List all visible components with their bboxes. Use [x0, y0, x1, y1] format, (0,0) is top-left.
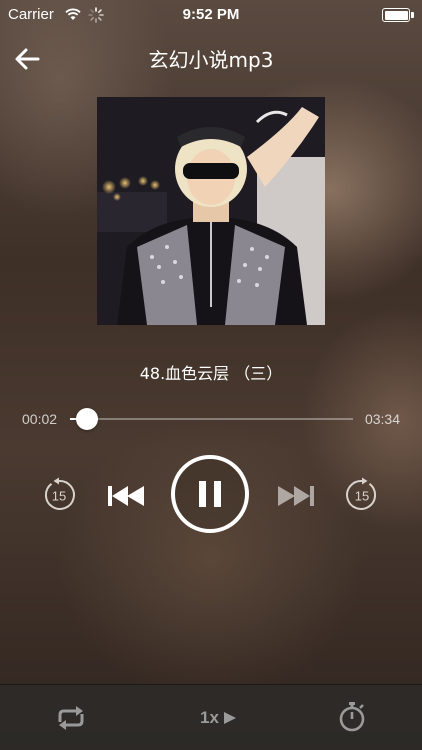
stopwatch-icon[interactable]	[337, 701, 367, 733]
skip-next-icon[interactable]	[276, 482, 316, 510]
total-time: 03:34	[364, 411, 400, 427]
repeat-icon[interactable]	[54, 703, 88, 733]
rewind-label: 15	[52, 489, 66, 504]
playback-speed-button[interactable]: 1x	[196, 705, 242, 731]
status-time: 9:52 PM	[182, 6, 240, 23]
current-time: 00:02	[22, 411, 58, 427]
navigation-bar: 玄幻小说mp3	[0, 36, 422, 80]
forward-15-icon[interactable]: 15	[344, 477, 380, 513]
speed-label: 1x	[200, 708, 219, 727]
progress-thumb[interactable]	[75, 408, 98, 430]
pause-icon	[199, 481, 221, 507]
status-bar: Carrier 9:52 PM	[0, 0, 422, 30]
page-title: 玄幻小说mp3	[148, 48, 274, 72]
progress-slider[interactable]	[70, 408, 353, 430]
bottom-toolbar: 1x	[0, 684, 422, 750]
play-speed-icon	[224, 712, 236, 724]
track-title: 48.血色云层 （三）	[139, 364, 283, 383]
pause-button[interactable]	[171, 455, 249, 533]
forward-label: 15	[355, 489, 369, 504]
album-cover-image	[97, 97, 325, 325]
skip-previous-icon[interactable]	[106, 482, 146, 510]
battery-icon	[382, 8, 414, 22]
rewind-15-icon[interactable]: 15	[41, 477, 77, 513]
